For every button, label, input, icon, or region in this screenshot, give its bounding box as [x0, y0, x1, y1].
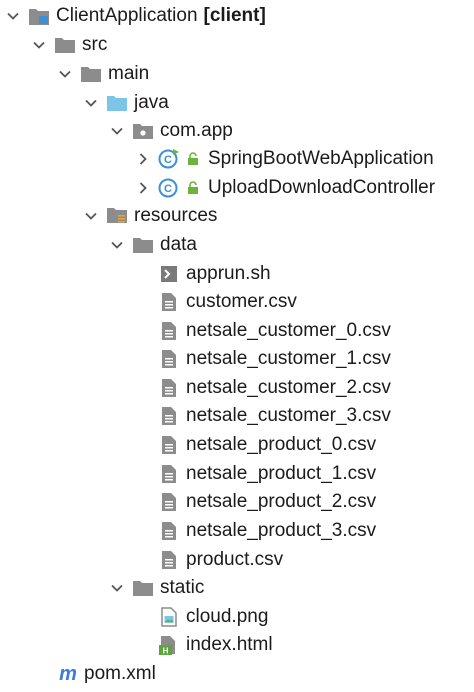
src-name: src: [82, 34, 108, 55]
image-file-icon: [158, 606, 180, 628]
class-icon: C: [158, 177, 180, 199]
tree-row-class[interactable]: C SpringBootWebApplication: [134, 145, 434, 173]
tree-row-resources[interactable]: resources: [82, 202, 217, 230]
chevron-down-icon[interactable]: [4, 7, 22, 25]
chevron-down-icon[interactable]: [108, 236, 126, 254]
package-icon: [132, 120, 154, 142]
svg-text:m: m: [59, 664, 77, 684]
tree-row-file[interactable]: cloud.png: [158, 603, 268, 631]
tree-row-file[interactable]: netsale_customer_2.csv: [158, 374, 391, 402]
tree-row-file[interactable]: netsale_customer_0.csv: [158, 317, 391, 345]
file-name: netsale_customer_0.csv: [186, 320, 391, 341]
tree-row-file[interactable]: netsale_product_3.csv: [158, 517, 376, 545]
file-name: netsale_product_0.csv: [186, 434, 377, 455]
file-name: netsale_customer_3.csv: [186, 405, 391, 426]
chevron-down-icon[interactable]: [108, 579, 126, 597]
spring-boot-class-icon: C: [158, 148, 180, 170]
resources-name: resources: [134, 205, 218, 226]
tree-row-file[interactable]: netsale_product_1.csv: [158, 460, 376, 488]
text-file-icon: [158, 320, 180, 342]
data-name: data: [160, 234, 197, 255]
tree-row-root[interactable]: ClientApplication [client]: [4, 2, 266, 30]
tree-row-data[interactable]: data: [108, 231, 197, 259]
source-root-folder-icon: [106, 92, 128, 114]
module-folder-icon: [28, 5, 50, 27]
tree-row-class[interactable]: C UploadDownloadController: [134, 174, 435, 202]
text-file-icon: [158, 291, 180, 313]
tree-row-main[interactable]: main: [56, 60, 149, 88]
tree-row-file[interactable]: product.csv: [158, 546, 283, 574]
pom-name: pom.xml: [84, 663, 156, 684]
chevron-right-icon[interactable]: [134, 150, 152, 168]
folder-icon: [54, 34, 76, 56]
package-name: com.app: [160, 120, 233, 141]
chevron-down-icon[interactable]: [56, 65, 74, 83]
main-name: main: [108, 63, 150, 84]
tree-row-file[interactable]: netsale_product_0.csv: [158, 431, 376, 459]
tree-row-pom[interactable]: m pom.xml: [56, 660, 156, 688]
text-file-icon: [158, 520, 180, 542]
tree-row-file[interactable]: netsale_product_2.csv: [158, 488, 376, 516]
file-name: netsale_customer_2.csv: [186, 377, 391, 398]
chevron-down-icon[interactable]: [30, 36, 48, 54]
lock-icon: [186, 177, 200, 199]
text-file-icon: [158, 377, 180, 399]
root-name: ClientApplication: [56, 5, 198, 26]
folder-icon: [132, 234, 154, 256]
text-file-icon: [158, 549, 180, 571]
file-name: product.csv: [186, 549, 284, 570]
html-file-icon: H: [158, 634, 180, 656]
project-tree: ClientApplication [client] src main java: [0, 0, 474, 692]
file-name: cloud.png: [186, 606, 269, 627]
file-name: apprun.sh: [186, 263, 271, 284]
text-file-icon: [158, 491, 180, 513]
tree-row-file[interactable]: netsale_customer_1.csv: [158, 345, 391, 373]
file-name: netsale_product_2.csv: [186, 491, 377, 512]
svg-text:C: C: [164, 154, 172, 166]
file-name: netsale_product_3.csv: [186, 520, 377, 541]
file-name: customer.csv: [186, 291, 297, 312]
resources-root-folder-icon: [106, 205, 128, 227]
tree-row-static[interactable]: static: [108, 574, 204, 602]
text-file-icon: [158, 348, 180, 370]
chevron-down-icon[interactable]: [82, 94, 100, 112]
file-name: netsale_product_1.csv: [186, 463, 377, 484]
tree-row-file[interactable]: netsale_customer_3.csv: [158, 402, 391, 430]
file-name: netsale_customer_1.csv: [186, 348, 391, 369]
class-name: SpringBootWebApplication: [208, 148, 434, 169]
file-name: index.html: [186, 634, 273, 655]
java-name: java: [134, 92, 169, 113]
tree-row-file[interactable]: H index.html: [158, 631, 273, 659]
chevron-down-icon[interactable]: [108, 122, 126, 140]
text-file-icon: [158, 463, 180, 485]
static-name: static: [160, 577, 205, 598]
chevron-down-icon[interactable]: [82, 207, 100, 225]
folder-icon: [80, 63, 102, 85]
tree-row-file[interactable]: customer.csv: [158, 288, 297, 316]
lock-icon: [186, 148, 200, 170]
tree-row-package[interactable]: com.app: [108, 117, 233, 145]
svg-text:H: H: [163, 647, 169, 656]
class-name: UploadDownloadController: [208, 177, 436, 198]
svg-text:C: C: [164, 183, 172, 195]
chevron-right-icon[interactable]: [134, 179, 152, 197]
text-file-icon: [158, 434, 180, 456]
folder-icon: [132, 577, 154, 599]
tree-row-file[interactable]: apprun.sh: [158, 260, 271, 288]
maven-icon: m: [56, 663, 80, 685]
module-tag: [client]: [203, 5, 266, 26]
shell-script-icon: [158, 263, 180, 285]
tree-row-src[interactable]: src: [30, 31, 107, 59]
tree-row-java[interactable]: java: [82, 89, 169, 117]
text-file-icon: [158, 405, 180, 427]
